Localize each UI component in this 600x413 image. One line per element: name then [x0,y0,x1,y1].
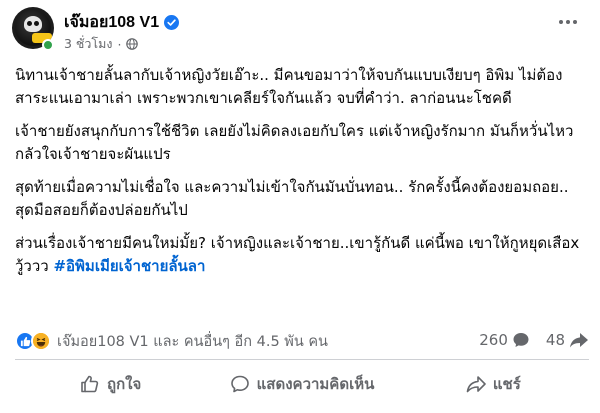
haha-reaction-icon [31,331,51,351]
reaction-summary[interactable]: เจ๊มอย108 V1 และ คนอื่นๆ อีก 4.5 พัน คน [57,330,328,353]
comments-count[interactable]: 260 [479,331,530,349]
share-icon [466,376,486,393]
comment-button-label: แสดงความคิดเห็น [256,375,375,393]
more-dot-icon [559,20,563,24]
like-button[interactable]: ถูกใจ [15,364,206,404]
post-meta: 3 ชั่วโมง · [64,34,139,54]
more-dot-icon [573,20,577,24]
reaction-icons[interactable] [15,331,51,351]
reactions-bar: เจ๊มอย108 V1 และ คนอื่นๆ อีก 4.5 พัน คน … [15,330,589,352]
comment-icon [230,375,249,393]
verified-badge-icon [164,15,180,30]
like-button-label: ถูกใจ [107,375,142,393]
avatar-eye [27,21,32,26]
meta-separator: · [117,36,122,52]
shares-count[interactable]: 48 [546,331,589,349]
post-actions: ถูกใจ แสดงความคิดเห็น แชร์ [15,364,589,404]
online-status-dot [42,39,54,51]
globe-icon[interactable] [126,38,139,50]
post-timestamp[interactable]: 3 ชั่วโมง [64,34,113,54]
comment-count-icon [513,333,529,347]
post-body: นิทานเจ้าชายลั้นลากับเจ้าหญิงวัยเอ๊าะ.. … [15,64,589,288]
share-count-icon [570,333,588,348]
post-header: เจ๊มอย108 V1 3 ชั่วโมง · [8,4,592,56]
post-paragraph-2: เจ้าชายยังสนุกกับการใช้ชีวิต เลยยังไม่คิ… [15,122,574,163]
thumbs-up-icon [81,375,99,393]
engagement-counts: 260 48 [463,331,589,349]
avatar-eye [34,21,39,26]
post-paragraph-4: ส่วนเรื่องเจ้าชายมีคนใหม่มั้ย? เจ้าหญิงแ… [15,232,589,277]
share-button-label: แชร์ [492,375,521,393]
comment-button[interactable]: แสดงความคิดเห็น [206,364,397,404]
comments-count-value: 260 [479,331,508,349]
actions-divider [15,359,589,360]
shares-count-value: 48 [545,331,565,349]
post-paragraph-3: สุดท้ายเมื่อความไม่เชื่อใจ และความไม่เข้… [15,178,569,219]
author-name[interactable]: เจ๊มอย108 V1 [64,10,159,35]
author-row: เจ๊มอย108 V1 [64,10,180,35]
more-options-button[interactable] [554,12,582,32]
more-dot-icon [566,20,570,24]
share-button[interactable]: แชร์ [398,364,589,404]
post-paragraph-1: นิทานเจ้าชายลั้นลากับเจ้าหญิงวัยเอ๊าะ.. … [15,66,563,107]
hashtag-link[interactable]: #อิพิมเมียเจ้าชายลั้นลา [53,257,205,275]
